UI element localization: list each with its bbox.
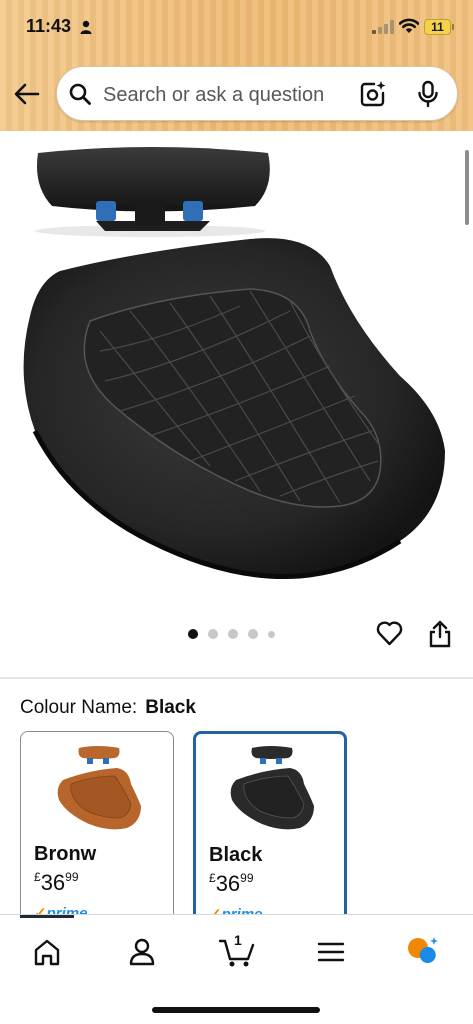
rufus-assistant-icon[interactable] — [406, 935, 440, 969]
swatch-name: Black — [209, 844, 263, 866]
camera-lens-icon[interactable] — [359, 80, 387, 108]
signal-icon — [372, 20, 394, 34]
colour-row: Colour Name: Black — [20, 697, 196, 719]
carousel-dot[interactable] — [268, 630, 275, 638]
colour-swatch-black[interactable]: Black £3699 ✓prime — [193, 731, 347, 931]
status-time: 11:43 — [26, 16, 72, 36]
colour-name-label: Colour Name: — [20, 697, 138, 718]
colour-name-value: Black — [145, 697, 196, 718]
status-bar: 11:43 11 — [0, 0, 473, 56]
person-icon — [80, 20, 92, 34]
carousel-dot[interactable] — [208, 629, 218, 639]
swatch-price: £3699 — [34, 870, 79, 895]
battery-level: 11 — [431, 20, 444, 34]
share-icon[interactable] — [428, 620, 452, 648]
swatch-image-brown-seat — [57, 746, 141, 830]
swatch-image-black-seat — [230, 746, 314, 830]
carousel-dot[interactable] — [248, 629, 258, 639]
carousel-dot[interactable] — [188, 629, 198, 639]
search-bar[interactable] — [56, 66, 458, 121]
section-divider — [0, 677, 473, 679]
account-icon[interactable] — [125, 935, 159, 969]
menu-icon[interactable] — [314, 935, 348, 969]
microphone-icon[interactable] — [417, 80, 439, 108]
product-image[interactable] — [0, 131, 473, 611]
search-icon — [69, 83, 91, 105]
battery-tip — [452, 24, 454, 30]
back-arrow-icon[interactable] — [14, 83, 40, 105]
colour-swatch-bronw[interactable]: Bronw £3699 ✓prime — [20, 731, 174, 931]
active-tab-indicator — [20, 915, 74, 918]
search-input[interactable] — [103, 81, 343, 109]
battery-indicator: 11 — [424, 19, 451, 35]
heart-icon[interactable] — [376, 620, 403, 646]
bottom-navigation — [0, 914, 473, 1024]
image-carousel-dots — [188, 628, 275, 640]
wifi-icon — [399, 18, 419, 33]
home-icon[interactable] — [30, 935, 64, 969]
swatch-price: £3699 — [209, 871, 254, 896]
scroll-indicator — [465, 150, 469, 225]
home-indicator-bar — [152, 1007, 320, 1013]
cart-count: 1 — [234, 932, 242, 948]
swatch-name: Bronw — [34, 843, 97, 865]
carousel-dot[interactable] — [228, 629, 238, 639]
